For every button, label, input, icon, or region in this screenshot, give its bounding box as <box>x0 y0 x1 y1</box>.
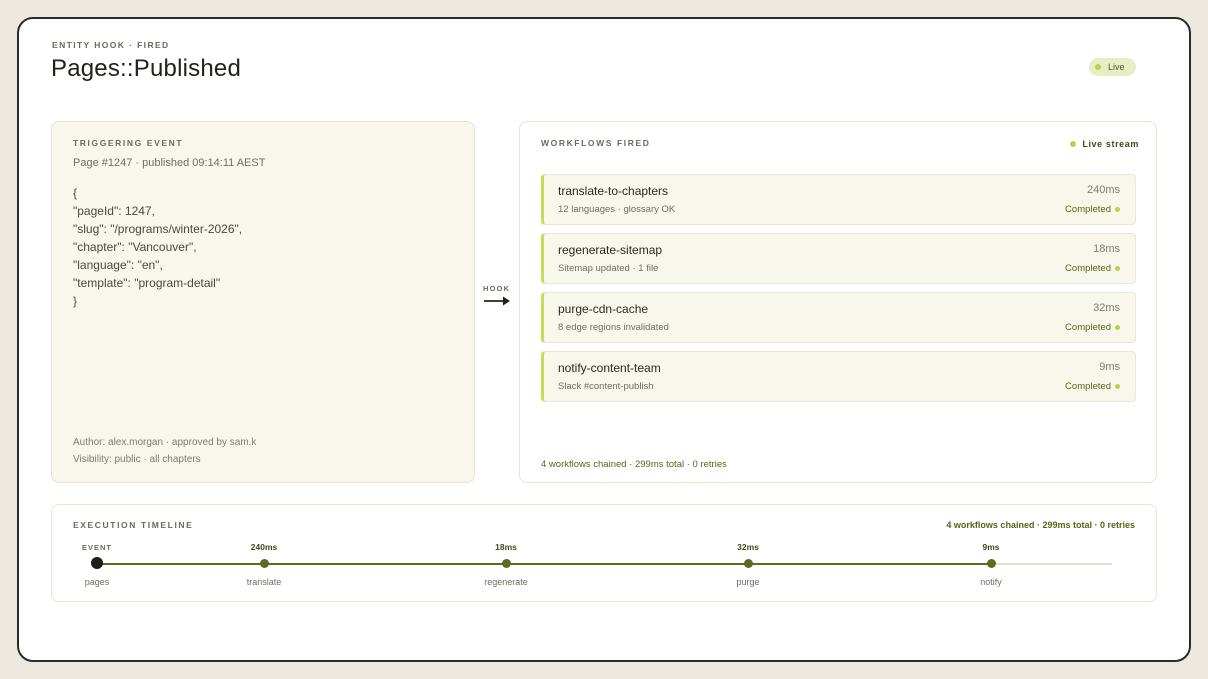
timeline-step-duration: 9ms <box>982 542 1000 552</box>
workflows-title: WORKFLOWS FIRED <box>541 138 651 148</box>
event-author: Author: alex.morgan · approved by sam.k <box>73 437 257 448</box>
stream-dot-icon <box>1070 141 1077 147</box>
workflow-status: Completed <box>1065 263 1120 274</box>
workflow-duration: 32ms <box>1093 302 1120 314</box>
code-line: "chapter": "Vancouver", <box>73 240 197 254</box>
timeline-step-name: regenerate <box>484 577 528 587</box>
live-label: Live <box>1108 62 1125 72</box>
code-line: "language": "en", <box>73 258 163 272</box>
workflow-detail: 8 edge regions invalidated <box>558 322 669 333</box>
live-stream-indicator[interactable]: Live stream <box>1070 139 1139 149</box>
timeline-step-duration: 32ms <box>737 542 759 552</box>
workflow-duration: 240ms <box>1086 184 1120 196</box>
code-line: "pageId": 1247, <box>73 204 155 218</box>
workflow-status: Completed <box>1065 381 1120 392</box>
triggering-event-title: TRIGGERING EVENT <box>73 138 184 148</box>
timeline-step-name: purge <box>736 577 760 587</box>
workflow-status: Completed <box>1065 322 1120 333</box>
workflow-status-label: Completed <box>1065 263 1111 274</box>
page-eyebrow: ENTITY HOOK · FIRED <box>52 40 170 50</box>
timeline-node[interactable] <box>502 559 511 568</box>
workflows-summary: 4 workflows chained · 299ms total · 0 re… <box>541 459 727 470</box>
execution-timeline-panel: EXECUTION TIMELINE 4 workflows chained ·… <box>51 504 1157 602</box>
hook-label: HOOK <box>483 284 511 293</box>
timeline-step-duration: 240ms <box>250 542 278 552</box>
event-subtitle: Page #1247 · published 09:14:11 AEST <box>73 157 266 169</box>
timeline-step-duration: 18ms <box>495 542 517 552</box>
workflow-duration: 18ms <box>1093 243 1120 255</box>
triggering-event-panel: TRIGGERING EVENT Page #1247 · published … <box>51 121 475 483</box>
workflow-name: regenerate-sitemap <box>558 243 663 257</box>
code-line: } <box>73 294 78 308</box>
workflow-name: notify-content-team <box>558 361 661 375</box>
timeline-progress <box>97 563 992 565</box>
status-dot-icon <box>1115 384 1120 389</box>
workflow-card[interactable]: notify-content-team 9ms Slack #content-p… <box>541 351 1136 402</box>
arrow-right-icon <box>484 296 510 306</box>
status-dot-icon <box>1115 266 1120 271</box>
workflow-status: Completed <box>1065 204 1120 215</box>
workflow-card[interactable]: purge-cdn-cache 32ms 8 edge regions inva… <box>541 292 1136 343</box>
timeline-node[interactable] <box>260 559 269 568</box>
timeline-summary: 4 workflows chained · 299ms total · 0 re… <box>946 520 1135 530</box>
timeline-step-name: pages <box>84 577 110 587</box>
workflow-name: purge-cdn-cache <box>558 302 649 316</box>
timeline-step-name: notify <box>980 577 1002 587</box>
live-status-badge[interactable]: Live <box>1089 58 1136 76</box>
code-line: "slug": "/programs/winter-2026", <box>73 222 243 236</box>
timeline-step-label: EVENT <box>81 543 113 552</box>
workflow-duration: 9ms <box>1099 361 1120 373</box>
status-dot-icon <box>1115 325 1120 330</box>
event-payload-code: { "pageId": 1247, "slug": "/programs/win… <box>73 184 242 310</box>
workflow-detail: 12 languages · glossary OK <box>558 204 676 215</box>
code-line: { <box>73 186 78 200</box>
live-dot-icon <box>1095 64 1101 70</box>
event-visibility: Visibility: public · all chapters <box>73 454 201 465</box>
page-title: Pages::Published <box>51 55 241 82</box>
timeline-node-event[interactable] <box>91 557 103 569</box>
timeline-node[interactable] <box>744 559 753 568</box>
timeline-node[interactable] <box>987 559 996 568</box>
stream-label: Live stream <box>1082 139 1139 149</box>
workflow-card[interactable]: translate-to-chapters 240ms 12 languages… <box>541 174 1136 225</box>
workflows-fired-panel: WORKFLOWS FIRED Live stream translate-to… <box>519 121 1157 483</box>
workflow-detail: Slack #content-publish <box>558 381 654 392</box>
workflow-detail: Sitemap updated · 1 file <box>558 263 659 274</box>
status-dot-icon <box>1115 207 1120 212</box>
workflow-status-label: Completed <box>1065 204 1111 215</box>
workflow-status-label: Completed <box>1065 381 1111 392</box>
workflow-name: translate-to-chapters <box>558 184 669 198</box>
workflow-card[interactable]: regenerate-sitemap 18ms Sitemap updated … <box>541 233 1136 284</box>
workflow-status-label: Completed <box>1065 322 1111 333</box>
timeline-step-name: translate <box>246 577 282 587</box>
code-line: "template": "program-detail" <box>73 276 221 290</box>
timeline-title: EXECUTION TIMELINE <box>73 520 194 530</box>
